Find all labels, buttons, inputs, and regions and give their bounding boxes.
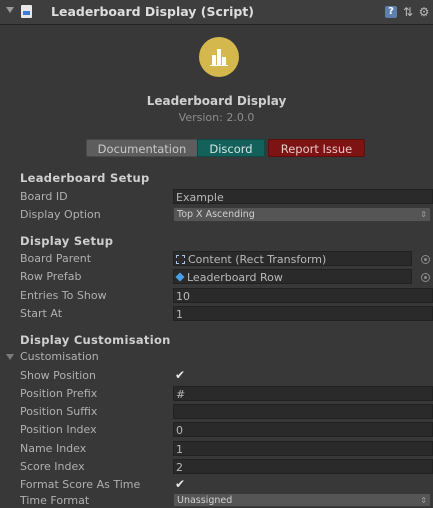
section-leaderboard-setup: Leaderboard Setup bbox=[20, 171, 150, 185]
object-picker-icon[interactable] bbox=[421, 255, 430, 264]
time-format-dropdown[interactable]: Unassigned ⇕ bbox=[173, 493, 431, 507]
object-picker-icon[interactable] bbox=[421, 273, 430, 282]
product-version: Version: 2.0.0 bbox=[178, 111, 255, 124]
customisation-foldout[interactable]: Customisation bbox=[20, 350, 99, 363]
component-title: Leaderboard Display (Script) bbox=[51, 4, 254, 19]
row-prefab-field[interactable]: Leaderboard Row bbox=[173, 269, 412, 284]
row-prefab-label: Row Prefab bbox=[20, 270, 82, 283]
board-parent-field[interactable]: Content (Rect Transform) bbox=[173, 251, 412, 266]
start-at-label: Start At bbox=[20, 307, 63, 320]
rect-transform-icon bbox=[176, 255, 185, 264]
position-prefix-field[interactable]: # bbox=[173, 386, 433, 401]
dropdown-arrow-icon: ⇕ bbox=[420, 210, 427, 219]
fold-arrow-icon[interactable] bbox=[6, 354, 14, 360]
position-suffix-field[interactable] bbox=[173, 404, 433, 419]
name-index-label: Name Index bbox=[20, 442, 87, 455]
display-option-value: Top X Ascending bbox=[177, 209, 255, 220]
board-id-field[interactable]: Example bbox=[173, 189, 433, 204]
product-name: Leaderboard Display bbox=[146, 94, 287, 108]
fold-arrow-icon[interactable] bbox=[6, 7, 14, 13]
show-position-label: Show Position bbox=[20, 369, 97, 382]
help-icon[interactable]: ? bbox=[385, 6, 397, 18]
position-suffix-label: Position Suffix bbox=[20, 405, 98, 418]
prefab-icon bbox=[175, 272, 185, 282]
format-score-as-time-label: Format Score As Time bbox=[20, 478, 141, 491]
section-display-customisation: Display Customisation bbox=[20, 333, 171, 347]
leaderboard-logo-icon bbox=[199, 37, 239, 77]
time-format-value: Unassigned bbox=[177, 495, 233, 506]
discord-button[interactable]: Discord bbox=[197, 139, 265, 157]
report-issue-button[interactable]: Report Issue bbox=[268, 139, 365, 157]
documentation-button[interactable]: Documentation bbox=[86, 139, 198, 157]
script-icon bbox=[21, 5, 32, 18]
entries-to-show-label: Entries To Show bbox=[20, 289, 107, 302]
board-id-label: Board ID bbox=[20, 190, 68, 203]
dropdown-arrow-icon: ⇕ bbox=[420, 496, 427, 505]
position-index-field[interactable]: 0 bbox=[173, 422, 433, 437]
score-index-field[interactable]: 2 bbox=[173, 459, 433, 474]
format-score-as-time-checkbox[interactable]: ✔ bbox=[173, 477, 187, 491]
component-header: Leaderboard Display (Script) ? ⇅ ⚙ bbox=[0, 0, 433, 25]
preset-icon[interactable]: ⇅ bbox=[401, 5, 415, 19]
board-parent-label: Board Parent bbox=[20, 252, 92, 265]
display-option-dropdown[interactable]: Top X Ascending ⇕ bbox=[173, 207, 431, 222]
row-prefab-value: Leaderboard Row bbox=[187, 271, 283, 284]
show-position-checkbox[interactable]: ✔ bbox=[173, 368, 187, 382]
position-prefix-label: Position Prefix bbox=[20, 387, 98, 400]
name-index-field[interactable]: 1 bbox=[173, 441, 433, 456]
start-at-field[interactable]: 1 bbox=[173, 306, 433, 321]
time-format-label: Time Format bbox=[20, 494, 90, 507]
board-parent-value: Content (Rect Transform) bbox=[188, 253, 327, 266]
position-index-label: Position Index bbox=[20, 423, 97, 436]
section-display-setup: Display Setup bbox=[20, 234, 114, 248]
score-index-label: Score Index bbox=[20, 460, 85, 473]
gear-icon[interactable]: ⚙ bbox=[417, 5, 431, 19]
display-option-label: Display Option bbox=[20, 208, 101, 221]
entries-to-show-field[interactable]: 10 bbox=[173, 288, 433, 303]
